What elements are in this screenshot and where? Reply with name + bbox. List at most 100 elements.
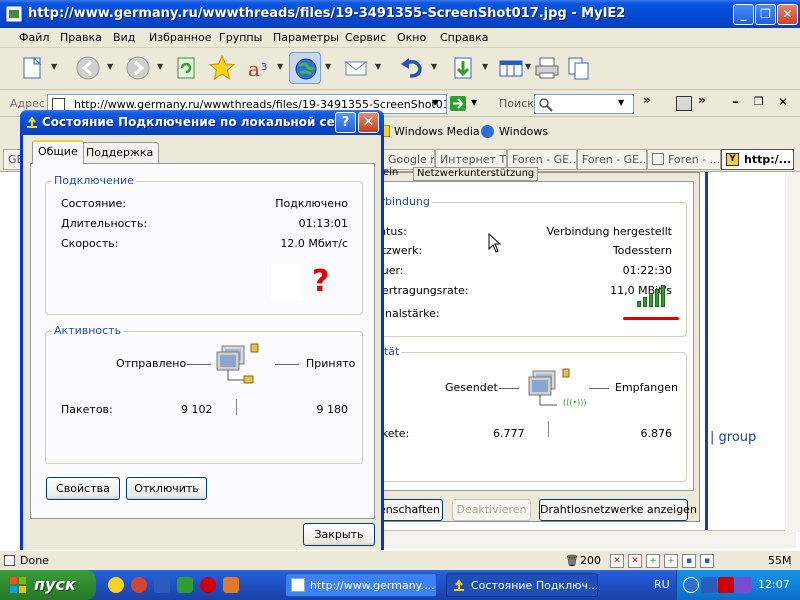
minimize-button[interactable]: _ (733, 4, 754, 25)
mail-icon[interactable] (340, 52, 372, 84)
messenger-icon[interactable] (223, 577, 239, 593)
opera-icon[interactable] (131, 577, 147, 593)
signal-bar (655, 289, 659, 307)
browser-tab-1[interactable]: GE (3, 149, 21, 170)
browser-tab-label: Foren - GE... (582, 153, 647, 166)
menu-tools[interactable]: Сервис (345, 31, 386, 44)
mdi-restore-icon[interactable]: ❐ (754, 95, 764, 108)
menu-file[interactable]: Файл (19, 31, 49, 44)
back-dropdown-icon[interactable]: ▼ (107, 62, 115, 72)
new-page-icon[interactable] (16, 52, 48, 84)
task-connection-status[interactable]: Состояние Подключ... (446, 573, 598, 597)
bg-sent-label: Gesendet (445, 381, 498, 394)
tray-myie-icon[interactable] (701, 577, 717, 593)
copy-icon[interactable] (563, 52, 595, 84)
status-popup-icon[interactable]: ✕ (628, 554, 642, 568)
tray-messenger-icon[interactable] (735, 577, 751, 593)
menu-options[interactable]: Параметры (273, 31, 339, 44)
menu-favorites[interactable]: Избранное (149, 31, 211, 44)
translate-dropdown-icon[interactable]: ▼ (277, 62, 285, 72)
status-video-icon[interactable]: ▪ (700, 554, 714, 568)
layout-grid-icon[interactable] (495, 52, 527, 84)
dialog-titlebar[interactable]: Состояние Подключение по локальной сети … (20, 110, 384, 135)
bg-tab-partial[interactable]: ein (383, 167, 398, 178)
bg-wireless-networks-button[interactable]: Drahtlosnetzwerke anzeigen (539, 499, 697, 521)
undo-icon[interactable] (396, 52, 428, 84)
go-arrow-icon[interactable] (450, 96, 466, 111)
link-windows[interactable]: Windows (499, 125, 548, 138)
forward-icon[interactable] (122, 52, 154, 84)
bg-tab-support[interactable]: Netzwerkunterstützung (413, 167, 539, 181)
signal-bar (649, 293, 653, 307)
media-player-icon[interactable] (108, 577, 124, 593)
vertical-scrollbar[interactable] (785, 172, 800, 532)
menu-window[interactable]: Окно (397, 31, 426, 44)
tab-support[interactable]: Поддержка (80, 142, 160, 163)
new-page-dropdown-icon[interactable]: ▼ (51, 62, 59, 72)
start-button[interactable]: пуск (0, 570, 96, 600)
bg-properties-button[interactable]: enschaften (377, 499, 443, 521)
menu-groups[interactable]: Группы (219, 31, 262, 44)
download-icon[interactable] (447, 52, 479, 84)
search-dropdown-icon[interactable]: ▼ (618, 98, 624, 107)
page-group-link[interactable]: | group (710, 430, 756, 445)
bg-deactivate-button[interactable]: Deaktivieren (452, 499, 531, 521)
dialog-close-text-button[interactable]: Закрыть (303, 523, 375, 546)
browser-tab-5[interactable]: Foren - GE... (577, 149, 647, 170)
download-dropdown-icon[interactable]: ▼ (482, 62, 490, 72)
status-sound-icon[interactable]: ▪ (682, 554, 696, 568)
disable-button[interactable]: Отключить (126, 477, 207, 500)
menu-view[interactable]: Вид (113, 31, 135, 44)
menu-edit[interactable]: Правка (60, 31, 102, 44)
back-icon[interactable] (72, 52, 104, 84)
globe-icon[interactable] (289, 52, 321, 84)
task-browser[interactable]: http://www.germany.... (285, 573, 437, 597)
tray-antivirus-icon[interactable] (718, 577, 734, 593)
mdi-minimize-icon[interactable]: – (732, 95, 739, 110)
taskbar: пуск http://www.germany.... Состояние По… (0, 570, 800, 600)
tab-general[interactable]: Общие (32, 140, 84, 164)
dialog-help-button[interactable]: ? (335, 112, 356, 133)
myie-quick-icon[interactable] (154, 577, 170, 593)
search-icon (539, 98, 553, 112)
print-icon[interactable] (531, 52, 563, 84)
blank-signal-box (271, 264, 303, 300)
go-dropdown-icon[interactable]: ▼ (471, 98, 477, 107)
skype-icon[interactable] (200, 577, 216, 593)
connection-legend: Подключение (52, 174, 136, 187)
window-close-button[interactable]: ✕ (777, 4, 798, 25)
properties-button[interactable]: Свойства (46, 477, 120, 500)
tray-chevron-icon[interactable] (683, 577, 699, 593)
browser-tab-6[interactable]: Foren - ... (647, 149, 721, 170)
horizontal-scrollbar[interactable] (376, 530, 796, 548)
globe-dropdown-icon[interactable]: ▼ (325, 62, 333, 72)
status-script-icon[interactable]: + (646, 554, 660, 568)
search-input[interactable]: ▼ (534, 94, 634, 114)
status-block-icon[interactable]: ✕ (610, 554, 624, 568)
translate-icon[interactable]: aз (246, 52, 278, 84)
task-connection-label: Состояние Подключ... (471, 579, 598, 592)
save-disk-icon[interactable] (676, 96, 692, 111)
address-dropdown-icon[interactable]: ▼ (432, 98, 438, 107)
search-chevron-icon[interactable]: » (643, 93, 651, 107)
forward-dropdown-icon[interactable]: ▼ (157, 62, 165, 72)
undo-dropdown-icon[interactable]: ▼ (431, 62, 439, 72)
mail-dropdown-icon[interactable]: ▼ (375, 62, 383, 72)
refresh-icon[interactable] (170, 52, 202, 84)
favorites-star-icon[interactable] (206, 52, 238, 84)
toolbar-chevron-icon[interactable]: » (698, 93, 706, 107)
mdi-close-icon[interactable]: ✕ (778, 95, 788, 109)
network-quick-icon[interactable] (177, 577, 193, 593)
browser-tab-active[interactable]: Y http:/... (721, 149, 794, 170)
link-windows-media[interactable]: Windows Media (394, 125, 480, 138)
language-indicator[interactable]: RU (654, 578, 670, 591)
bg-packets-sent: 6.777 (493, 427, 525, 440)
menu-bar: Файл Правка Вид Избранное Группы Парамет… (0, 28, 800, 48)
trash-icon[interactable]: 🗑 (565, 554, 579, 567)
menu-help[interactable]: Справка (440, 31, 488, 44)
mouse-cursor-icon (488, 233, 502, 253)
status-image-icon[interactable]: + (664, 554, 678, 568)
maximize-button[interactable]: ❐ (755, 4, 776, 25)
dialog-close-button[interactable]: ✕ (358, 112, 379, 133)
status-bar: Done 🗑 200 ✕ ✕ + + ▪ ▪ 55M (0, 550, 800, 570)
